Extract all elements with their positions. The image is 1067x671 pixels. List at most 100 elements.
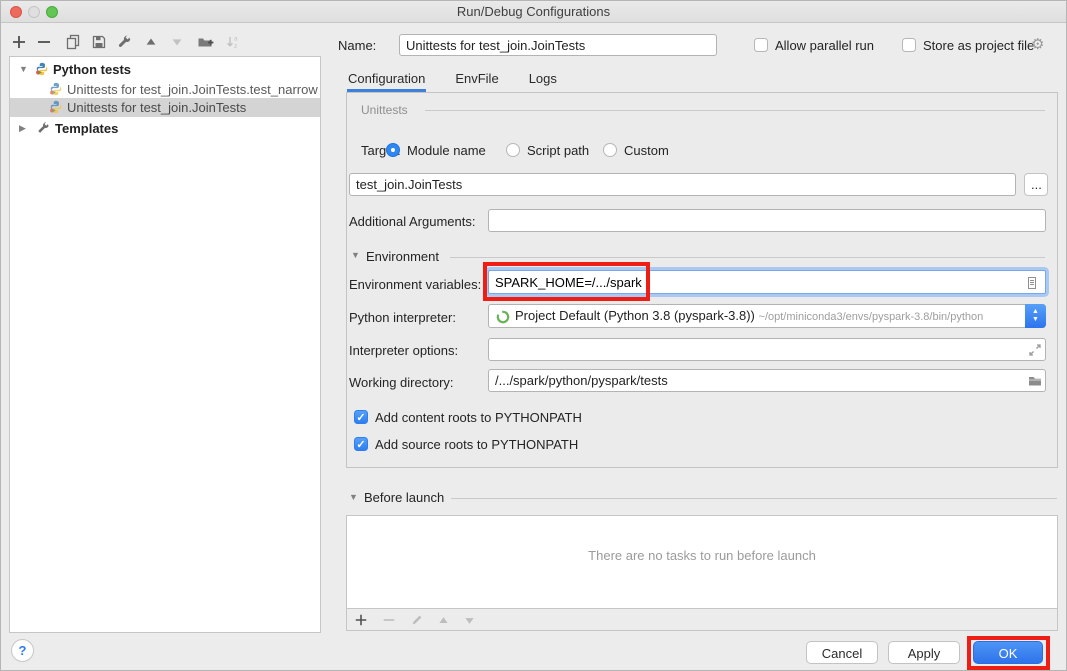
move-up-icon — [144, 35, 158, 49]
edit-variables-icon[interactable] — [1024, 275, 1040, 291]
minimize-window-button[interactable] — [28, 6, 40, 18]
python-interpreter-path: ~/opt/miniconda3/envs/pyspark-3.8/bin/py… — [759, 311, 984, 323]
add-source-roots-checkbox[interactable]: ✓ — [354, 437, 368, 451]
help-button[interactable]: ? — [11, 639, 34, 662]
python-interpreter-value: Project Default (Python 3.8 (pyspark-3.8… — [515, 308, 983, 323]
name-input[interactable] — [399, 34, 717, 56]
window-title: Run/Debug Configurations — [1, 1, 1066, 23]
before-launch-edit-button[interactable] — [407, 610, 427, 630]
wrench-icon — [37, 121, 51, 135]
tab-bar: Configuration EnvFile Logs — [347, 67, 558, 92]
browse-module-button[interactable]: ... — [1024, 173, 1048, 196]
svg-text:a: a — [234, 36, 238, 43]
environment-variables-field[interactable] — [488, 270, 1046, 294]
before-launch-remove-button[interactable] — [379, 610, 399, 630]
add-icon — [11, 34, 27, 50]
cancel-button[interactable]: Cancel — [806, 641, 878, 664]
target-script-path-radio[interactable] — [506, 143, 520, 157]
target-module-name-radio[interactable] — [386, 143, 400, 157]
move-up-icon — [437, 614, 450, 627]
tab-configuration[interactable]: Configuration — [347, 71, 426, 92]
tree-item-label: Templates — [55, 119, 118, 138]
before-launch-panel: There are no tasks to run before launch — [346, 515, 1058, 631]
close-window-button[interactable] — [10, 6, 22, 18]
before-launch-add-button[interactable] — [351, 610, 371, 630]
before-launch-collapse-icon[interactable]: ▼ — [349, 492, 358, 502]
environment-group-label: Environment — [366, 249, 439, 264]
target-module-name-label: Module name — [407, 143, 486, 158]
configurations-tree: ▼ Python tests Unittests for test_join.J… — [9, 56, 321, 633]
tree-item-label: Python tests — [53, 60, 131, 79]
tree-item-label: Unittests for test_join.JoinTests — [67, 98, 246, 117]
group-separator — [451, 498, 1057, 499]
chevron-right-icon[interactable]: ▶ — [19, 119, 26, 138]
python-interpreter-combobox[interactable]: Project Default (Python 3.8 (pyspark-3.8… — [488, 304, 1046, 328]
sort-configurations-button[interactable]: az — [223, 32, 243, 52]
pencil-icon — [410, 613, 424, 627]
ok-button[interactable]: OK — [973, 641, 1043, 664]
svg-text:z: z — [234, 43, 237, 50]
tab-logs[interactable]: Logs — [528, 71, 558, 92]
environment-variables-label: Environment variables: — [349, 277, 481, 292]
move-down-button[interactable] — [167, 32, 187, 52]
new-folder-icon — [197, 34, 214, 50]
copy-icon — [65, 34, 81, 50]
save-configuration-button[interactable] — [89, 32, 109, 52]
target-custom-radio[interactable] — [603, 143, 617, 157]
target-script-path-label: Script path — [527, 143, 589, 158]
module-name-input[interactable] — [349, 173, 1016, 196]
python-interpreter-label: Python interpreter: — [349, 310, 456, 325]
store-as-project-file-checkbox[interactable] — [902, 38, 916, 52]
add-content-roots-checkbox[interactable]: ✓ — [354, 410, 368, 424]
tree-item-label: Unittests for test_join.JoinTests.test_n… — [67, 80, 318, 99]
move-up-button[interactable] — [141, 32, 161, 52]
unittests-group-label: Unittests — [361, 103, 408, 117]
allow-parallel-run-checkbox[interactable] — [754, 38, 768, 52]
before-launch-move-down-button[interactable] — [459, 610, 479, 630]
question-mark-icon: ? — [19, 643, 27, 658]
tree-item-python-tests[interactable]: ▼ Python tests — [10, 60, 320, 79]
environment-variables-input[interactable] — [489, 271, 1045, 293]
interpreter-options-input[interactable] — [488, 338, 1046, 361]
working-directory-label: Working directory: — [349, 375, 454, 390]
chevron-down-icon[interactable]: ▼ — [19, 60, 28, 79]
additional-arguments-input[interactable] — [488, 209, 1046, 232]
configuration-panel: Unittests Target: Module name Script pat… — [346, 92, 1058, 468]
before-launch-label: Before launch — [364, 490, 444, 505]
create-folder-button[interactable] — [195, 32, 215, 52]
additional-arguments-label: Additional Arguments: — [349, 214, 475, 229]
tree-item-templates[interactable]: ▶ Templates — [10, 119, 320, 138]
python-tests-icon — [35, 62, 49, 76]
add-content-roots-label: Add content roots to PYTHONPATH — [375, 410, 582, 425]
move-down-icon — [170, 35, 184, 49]
remove-icon — [36, 34, 52, 50]
run-debug-configurations-dialog: Run/Debug Configurations az ▼ — [0, 0, 1067, 671]
add-icon — [354, 613, 368, 627]
tab-envfile[interactable]: EnvFile — [454, 71, 499, 92]
edit-templates-button[interactable] — [115, 32, 135, 52]
titlebar: Run/Debug Configurations — [1, 1, 1066, 23]
conda-env-icon — [495, 309, 511, 325]
group-separator — [450, 257, 1045, 258]
gear-icon[interactable]: ⚙ — [1031, 35, 1044, 53]
working-directory-input[interactable] — [488, 369, 1046, 392]
before-launch-task-list[interactable]: There are no tasks to run before launch — [347, 516, 1057, 609]
apply-button[interactable]: Apply — [888, 641, 960, 664]
remove-configuration-button[interactable] — [34, 32, 54, 52]
tree-item-unittests-jointests[interactable]: Unittests for test_join.JoinTests — [10, 98, 320, 117]
expand-field-icon[interactable] — [1027, 342, 1043, 358]
interpreter-dropdown-stepper[interactable]: ▲▼ — [1025, 304, 1046, 328]
browse-folder-icon[interactable] — [1027, 373, 1043, 389]
add-configuration-button[interactable] — [9, 32, 29, 52]
tree-item-unittests-test-narrow[interactable]: Unittests for test_join.JoinTests.test_n… — [10, 80, 320, 99]
name-label: Name: — [338, 38, 376, 53]
copy-configuration-button[interactable] — [63, 32, 83, 52]
allow-parallel-run-label: Allow parallel run — [775, 38, 874, 53]
add-source-roots-label: Add source roots to PYTHONPATH — [375, 437, 578, 452]
chevron-down-icon: ▼ — [1032, 316, 1039, 324]
python-tests-icon — [49, 82, 63, 96]
environment-collapse-icon[interactable]: ▼ — [351, 250, 360, 260]
store-as-project-file-label: Store as project file — [923, 38, 1034, 53]
zoom-window-button[interactable] — [46, 6, 58, 18]
before-launch-move-up-button[interactable] — [433, 610, 453, 630]
